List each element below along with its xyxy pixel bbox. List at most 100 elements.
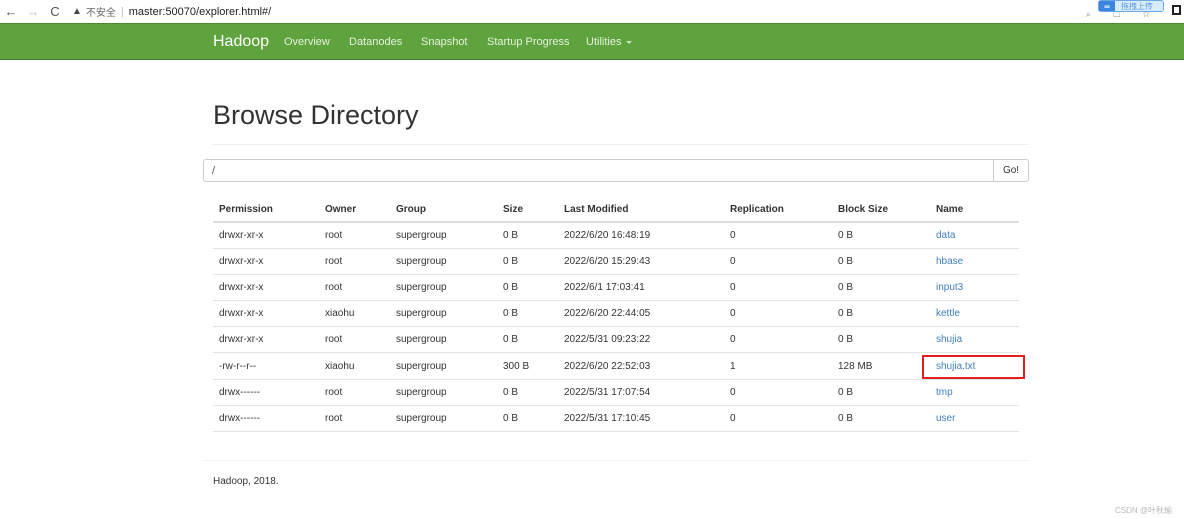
back-icon[interactable]: ← xyxy=(0,4,22,19)
file-link[interactable]: user xyxy=(936,413,955,424)
cell-size: 0 B xyxy=(497,326,558,354)
table-row: drwxr-xr-x xiaohu supergroup 0 B 2022/6/… xyxy=(213,300,1019,328)
upload-extension-button[interactable]: ∞ 拖拽上传 xyxy=(1098,0,1164,12)
cell-name: input3 xyxy=(930,274,1019,302)
file-link[interactable]: shujia xyxy=(936,334,962,345)
cell-permission: drwxr-xr-x xyxy=(213,222,319,249)
cell-last-modified: 2022/6/20 15:29:43 xyxy=(558,248,724,275)
cell-size: 0 B xyxy=(497,300,558,328)
cell-owner: root xyxy=(319,405,390,433)
file-link[interactable]: kettle xyxy=(936,308,960,319)
cell-size: 300 B xyxy=(497,352,558,380)
cell-size: 0 B xyxy=(497,248,558,275)
table-row: drwx------ root supergroup 0 B 2022/5/31… xyxy=(213,405,1019,433)
cell-name: shujia.txt xyxy=(930,352,1019,380)
cell-block-size: 0 B xyxy=(832,405,930,433)
cell-block-size: 0 B xyxy=(832,222,930,249)
forward-icon[interactable]: → xyxy=(22,4,44,19)
cell-group: supergroup xyxy=(390,379,497,406)
cell-replication: 0 xyxy=(724,300,832,328)
brand-link[interactable]: Hadoop xyxy=(213,33,269,51)
cell-block-size: 0 B xyxy=(832,326,930,354)
cell-group: supergroup xyxy=(390,326,497,354)
cell-size: 0 B xyxy=(497,405,558,433)
cell-replication: 0 xyxy=(724,222,832,249)
security-label: 不安全 xyxy=(85,8,116,19)
table-row: -rw-r--r-- xiaohu supergroup 300 B 2022/… xyxy=(213,352,1019,380)
header-group[interactable]: Group xyxy=(390,197,497,223)
nav-utilities-dropdown[interactable]: Utilities xyxy=(586,36,633,48)
cell-owner: root xyxy=(319,248,390,275)
url-text[interactable]: master:50070/explorer.html#/ xyxy=(129,6,271,18)
nav-utilities-label: Utilities xyxy=(586,36,622,48)
cell-block-size: 0 B xyxy=(832,248,930,275)
address-bar[interactable]: ▲ 不安全 | master:50070/explorer.html#/ xyxy=(72,2,271,21)
reload-icon[interactable]: C xyxy=(44,4,66,19)
cell-permission: drwxr-xr-x xyxy=(213,326,319,354)
cell-group: supergroup xyxy=(390,352,497,380)
browser-toolbar: ← → C ▲ 不安全 | master:50070/explorer.html… xyxy=(0,0,1184,23)
cell-group: supergroup xyxy=(390,300,497,328)
cell-owner: xiaohu xyxy=(319,300,390,328)
cell-size: 0 B xyxy=(497,274,558,302)
cell-permission: drwxr-xr-x xyxy=(213,274,319,302)
cell-size: 0 B xyxy=(497,379,558,406)
header-owner[interactable]: Owner xyxy=(319,197,390,223)
cell-name: shujia xyxy=(930,326,1019,354)
cell-replication: 0 xyxy=(724,326,832,354)
cell-permission: drwxr-xr-x xyxy=(213,248,319,275)
cell-last-modified: 2022/6/20 22:44:05 xyxy=(558,300,724,328)
cell-owner: root xyxy=(319,274,390,302)
cell-replication: 0 xyxy=(724,405,832,433)
page-title: Browse Directory xyxy=(213,100,419,130)
nav-startup-progress[interactable]: Startup Progress xyxy=(487,36,570,48)
cell-replication: 0 xyxy=(724,248,832,275)
cell-group: supergroup xyxy=(390,222,497,249)
table-row: drwxr-xr-x root supergroup 0 B 2022/6/1 … xyxy=(213,274,1019,302)
cell-block-size: 0 B xyxy=(832,300,930,328)
table-row: drwx------ root supergroup 0 B 2022/5/31… xyxy=(213,379,1019,406)
cell-owner: xiaohu xyxy=(319,352,390,380)
file-link[interactable]: shujia.txt xyxy=(936,361,975,372)
cell-last-modified: 2022/5/31 17:07:54 xyxy=(558,379,724,406)
directory-table: Permission Owner Group Size Last Modifie… xyxy=(213,197,1019,433)
cell-owner: root xyxy=(319,379,390,406)
window-restore-icon[interactable] xyxy=(1172,5,1181,15)
watermark: CSDN @叶秋瑜 xyxy=(1114,506,1172,515)
cell-group: supergroup xyxy=(390,405,497,433)
nav-overview[interactable]: Overview xyxy=(284,36,330,48)
file-link[interactable]: hbase xyxy=(936,256,963,267)
cell-permission: drwxr-xr-x xyxy=(213,300,319,328)
header-size[interactable]: Size xyxy=(497,197,558,223)
header-permission[interactable]: Permission xyxy=(213,197,319,223)
directory-path-input[interactable] xyxy=(203,159,993,182)
go-button[interactable]: Go! xyxy=(993,159,1029,182)
file-link[interactable]: tmp xyxy=(936,387,953,398)
cell-replication: 0 xyxy=(724,379,832,406)
file-link[interactable]: data xyxy=(936,230,955,241)
cell-name: tmp xyxy=(930,379,1019,406)
nav-snapshot[interactable]: Snapshot xyxy=(421,36,467,48)
cell-owner: root xyxy=(319,222,390,249)
nav-datanodes[interactable]: Datanodes xyxy=(349,36,402,48)
table-header-row: Permission Owner Group Size Last Modifie… xyxy=(213,197,1019,223)
cell-name: user xyxy=(930,405,1019,433)
extension-label: 拖拽上传 xyxy=(1121,1,1153,11)
cell-replication: 1 xyxy=(724,352,832,380)
header-replication[interactable]: Replication xyxy=(724,197,832,223)
cell-last-modified: 2022/5/31 17:10:45 xyxy=(558,405,724,433)
header-last-modified[interactable]: Last Modified xyxy=(558,197,724,223)
cell-last-modified: 2022/6/1 17:03:41 xyxy=(558,274,724,302)
file-link[interactable]: input3 xyxy=(936,282,963,293)
cell-size: 0 B xyxy=(497,222,558,249)
cell-block-size: 0 B xyxy=(832,274,930,302)
cell-owner: root xyxy=(319,326,390,354)
header-name[interactable]: Name xyxy=(930,197,1019,223)
cell-permission: -rw-r--r-- xyxy=(213,352,319,380)
cell-last-modified: 2022/6/20 22:52:03 xyxy=(558,352,724,380)
address-separator: | xyxy=(120,5,124,18)
header-block-size[interactable]: Block Size xyxy=(832,197,930,223)
cell-group: supergroup xyxy=(390,274,497,302)
warning-icon: ▲ xyxy=(72,6,82,17)
table-row: drwxr-xr-x root supergroup 0 B 2022/6/20… xyxy=(213,222,1019,249)
